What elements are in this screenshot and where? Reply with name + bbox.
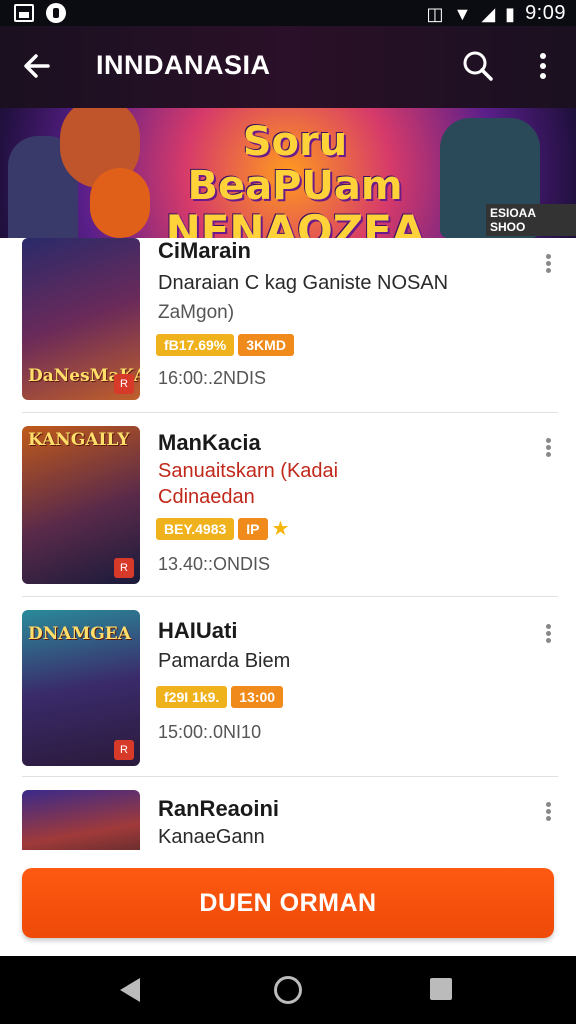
item-subtitle: Pamarda Biem [158,650,291,672]
item-subtitle: Sanuaitskarn (Kadai [158,460,339,482]
list-item[interactable]: DNAMGEA R HAIUati Pamarda Biem f29I 1k9.… [22,610,558,770]
divider [22,412,558,413]
star-icon: ★ [271,518,290,540]
bottom-action-area: DUEN ORMAN [0,850,576,956]
item-more-icon[interactable] [538,622,558,652]
list-item[interactable]: RanReaoini KanaeGann [22,790,558,850]
item-more-icon[interactable] [538,252,558,282]
signal-icon: ◢ [481,3,496,24]
game-thumbnail [22,790,140,850]
time-badge: 13:00 [231,686,284,708]
game-thumbnail: DaNesMaKA R [22,238,140,400]
price-badge: f29I 1k9. [156,686,228,708]
primary-cta-button[interactable]: DUEN ORMAN [22,868,554,938]
divider [22,596,558,597]
nav-home-icon[interactable] [274,976,302,1004]
promo-banner[interactable]: Soru BeaPUam NENAQZEA ESIOAA SHOO [0,108,576,238]
rating-tag-icon: R [114,558,134,578]
clock: 9:09 [525,2,566,24]
item-subtitle-2: Cdinaedan [158,486,255,508]
status-bar: ◫ ▼ ◢ ▮ 9:09 [0,0,576,26]
item-time: 15:00:.0NI10 [158,722,262,742]
rating-tag-icon: R [114,374,134,394]
app-bar: INNDANASIA [0,26,576,108]
back-arrow-icon[interactable] [18,46,58,86]
price-badge: BEY.4983 [156,518,235,540]
wifi-icon: ▼ [453,3,472,24]
game-list: DaNesMaKA R CiMarain Dnaraian C kag Gani… [0,238,576,850]
game-thumbnail: DNAMGEA R [22,610,140,766]
item-time: 13.40::ONDIS [158,554,271,574]
game-thumbnail: KANGAILY R [22,426,140,584]
divider [22,776,558,777]
banner-side-label: ESIOAA SHOO [486,204,576,236]
system-nav-bar [0,956,576,1024]
item-title: CiMarain [158,238,251,263]
item-title: RanReaoini [158,796,280,821]
item-more-icon[interactable] [538,800,558,830]
item-badges: f29I 1k9. 13:00 [156,686,284,708]
item-badges: BEY.4983 IP ★ [156,518,289,540]
item-genre: ZaMgon) [158,302,235,323]
notification-icon [46,3,66,23]
rating-tag-icon: R [114,740,134,760]
battery-icon: ▮ [505,3,516,24]
platform-badge: IP [238,518,268,540]
item-more-icon[interactable] [538,436,558,466]
banner-title: Soru BeaPUam NENAQZEA [165,119,425,238]
item-badges: fB17.69% 3KMD [156,334,294,356]
item-subtitle: Dnaraian C kag Ganiste NOSAN [158,272,449,294]
banner-character-monkey [90,168,150,238]
item-title: ManKacia [158,430,261,455]
page-title: INNDANASIA [96,50,271,80]
price-badge: fB17.69% [156,334,235,356]
nav-back-icon[interactable] [120,978,140,1002]
discount-badge: 3KMD [238,334,294,356]
more-vert-icon[interactable] [528,46,558,86]
item-subtitle: KanaeGann [158,826,265,848]
item-title: HAIUati [158,618,238,643]
image-icon [14,4,34,22]
list-item[interactable]: DaNesMaKA R CiMarain Dnaraian C kag Gani… [22,238,558,402]
item-time: 16:00:.2NDIS [158,368,267,388]
list-item[interactable]: KANGAILY R ManKacia Sanuaitskarn (Kadai … [22,426,558,586]
search-icon[interactable] [458,46,498,86]
nav-recent-icon[interactable] [430,978,452,1000]
vibrate-icon: ◫ [426,3,444,24]
